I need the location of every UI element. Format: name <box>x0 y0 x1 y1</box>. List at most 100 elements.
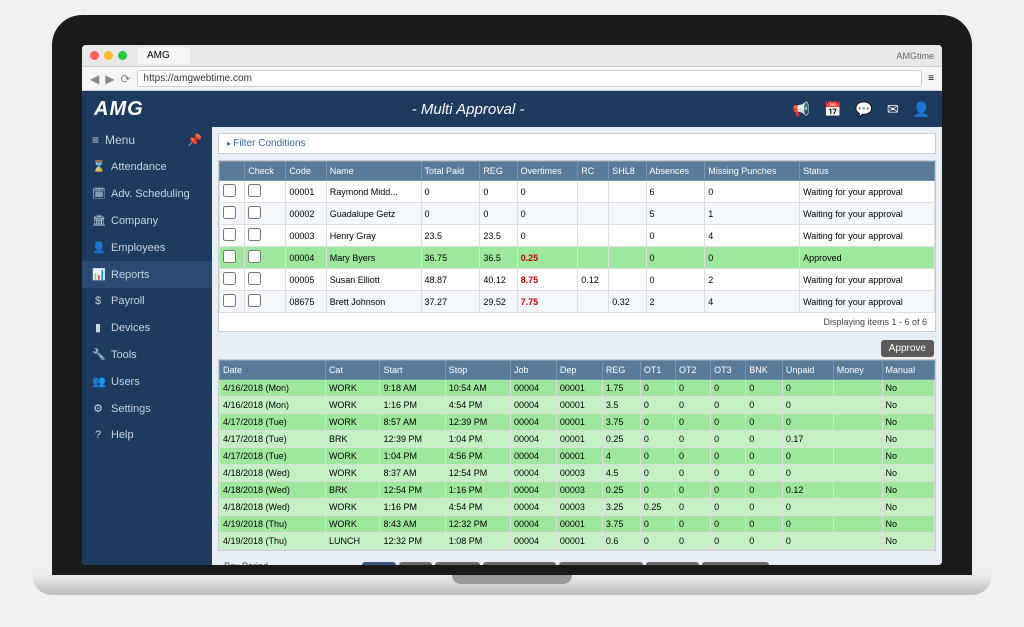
calendar-icon[interactable]: 📅 <box>824 101 841 118</box>
column-header[interactable]: Money <box>833 361 882 380</box>
back-icon[interactable]: ◀ <box>90 72 99 86</box>
column-header[interactable]: Unpaid <box>782 361 833 380</box>
from-schedule-button[interactable]: From Schedule <box>559 562 643 566</box>
table-row[interactable]: 4/17/2018 (Tue)BRK12:39 PM1:04 PM0000400… <box>220 431 935 448</box>
column-header[interactable]: REG <box>480 162 517 181</box>
row-checkbox[interactable] <box>248 294 261 307</box>
column-header[interactable]: SHL8 <box>609 162 646 181</box>
table-row[interactable]: 4/16/2018 (Mon)WORK9:18 AM10:54 AM000040… <box>220 380 935 397</box>
column-header[interactable]: Name <box>326 162 421 181</box>
table-row[interactable]: 4/19/2018 (Thu)WORK8:43 AM12:32 PM000040… <box>220 516 935 533</box>
pay-period-bar: Pay Period Start 4/16/2018 End 4/22/2018… <box>218 557 936 565</box>
app-header: AMG - Multi Approval - 📢 📅 💬 ✉ 👤 <box>82 91 942 127</box>
column-header[interactable]: Manual <box>882 361 934 380</box>
column-header[interactable]: OT2 <box>675 361 710 380</box>
address-bar[interactable]: https://amgwebtime.com <box>137 70 923 87</box>
row-checkbox[interactable] <box>223 272 236 285</box>
pin-icon[interactable]: 📌 <box>187 133 202 147</box>
chat-icon[interactable]: 💬 <box>855 101 872 118</box>
sidebar-item-payroll[interactable]: $Payroll <box>82 288 212 314</box>
mail-icon[interactable]: ✉ <box>887 101 899 118</box>
browser-tab[interactable]: AMG <box>137 47 190 64</box>
row-checkbox[interactable] <box>223 294 236 307</box>
minimize-window-icon[interactable] <box>104 51 113 60</box>
column-header[interactable]: BNK <box>746 361 783 380</box>
column-header[interactable]: Cat <box>325 361 380 380</box>
row-checkbox[interactable] <box>223 184 236 197</box>
reload-icon[interactable]: ⟳ <box>120 72 130 86</box>
table-row[interactable]: 00004Mary Byers36.7536.50.2500Approved <box>220 247 935 269</box>
table-row[interactable]: 4/19/2018 (Thu)LUNCH12:32 PM1:08 PM00004… <box>220 533 935 550</box>
row-checkbox[interactable] <box>248 206 261 219</box>
column-header[interactable]: Stop <box>445 361 510 380</box>
row-checkbox[interactable] <box>248 184 261 197</box>
column-header[interactable]: OT3 <box>711 361 746 380</box>
row-checkbox[interactable] <box>223 206 236 219</box>
table-row[interactable]: 4/18/2018 (Wed)WORK1:16 PM4:54 PM0000400… <box>220 499 935 516</box>
approve-button[interactable]: Approve <box>646 562 699 566</box>
sidebar-item-tools[interactable]: 🔧Tools <box>82 341 212 368</box>
grid-footer: Displaying items 1 - 6 of 6 <box>219 313 935 331</box>
menu-toggle[interactable]: ≡ Menu 📌 <box>82 127 212 153</box>
column-header[interactable]: Date <box>220 361 326 380</box>
table-row[interactable]: 08675Brett Johnson37.2729.527.750.3224Wa… <box>220 291 935 313</box>
column-header[interactable]: Code <box>286 162 326 181</box>
table-row[interactable]: 00005Susan Elliott48.8740.128.750.1202Wa… <box>220 269 935 291</box>
menu-icon[interactable]: ≡ <box>928 73 934 84</box>
column-header[interactable]: Job <box>510 361 556 380</box>
table-row[interactable]: 00001Raymond Midd...00060Waiting for you… <box>220 181 935 203</box>
misc-entries-button[interactable]: Misc. Entries <box>483 562 556 566</box>
add-button[interactable]: Add <box>362 562 396 566</box>
sidebar-item-label: Reports <box>111 269 150 281</box>
sidebar-icon: 👥 <box>92 375 104 388</box>
sidebar-item-company[interactable]: 🏛Company <box>82 207 212 234</box>
sidebar-item-employees[interactable]: 👤Employees <box>82 234 212 261</box>
sidebar-item-adv-scheduling[interactable]: 🗓Adv. Scheduling <box>82 180 212 207</box>
column-header[interactable]: Missing Punches <box>705 162 800 181</box>
table-row[interactable]: 4/17/2018 (Tue)WORK8:57 AM12:39 PM000040… <box>220 414 935 431</box>
sidebar-item-help[interactable]: ?Help <box>82 422 212 448</box>
column-header[interactable]: Start <box>380 361 445 380</box>
edit-button[interactable]: Edit <box>399 562 432 566</box>
column-header[interactable]: REG <box>602 361 640 380</box>
column-header[interactable]: Dep <box>556 361 602 380</box>
sidebar-item-reports[interactable]: 📊Reports <box>82 261 212 288</box>
row-checkbox[interactable] <box>223 250 236 263</box>
column-header[interactable]: RC <box>578 162 609 181</box>
column-header[interactable]: Check <box>245 162 286 181</box>
table-row[interactable]: 00003Henry Gray23.523.5004Waiting for yo… <box>220 225 935 247</box>
sidebar-item-devices[interactable]: ▮Devices <box>82 314 212 341</box>
announce-icon[interactable]: 📢 <box>793 101 810 118</box>
table-row[interactable]: 4/17/2018 (Tue)WORK1:04 PM4:56 PM0000400… <box>220 448 935 465</box>
table-row[interactable]: 00002Guadalupe Getz00051Waiting for your… <box>220 203 935 225</box>
maximize-window-icon[interactable] <box>118 51 127 60</box>
user-icon[interactable]: 👤 <box>913 101 930 118</box>
column-header[interactable]: Total Paid <box>421 162 480 181</box>
hamburger-icon: ≡ <box>92 133 99 147</box>
forward-icon[interactable]: ▶ <box>105 72 114 86</box>
sidebar: ≡ Menu 📌 ⌛Attendance🗓Adv. Scheduling🏛Com… <box>82 127 212 565</box>
column-header[interactable]: Status <box>800 162 935 181</box>
approve-button[interactable]: Approve <box>881 340 934 357</box>
close-window-icon[interactable] <box>90 51 99 60</box>
sidebar-item-label: Users <box>111 376 140 388</box>
row-checkbox[interactable] <box>223 228 236 241</box>
row-checkbox[interactable] <box>248 272 261 285</box>
sidebar-icon: ? <box>92 429 104 441</box>
delete-button[interactable]: Delete <box>435 562 480 566</box>
disapprove-button[interactable]: Disapprove <box>702 562 769 566</box>
filter-conditions-toggle[interactable]: Filter Conditions <box>219 134 935 153</box>
row-checkbox[interactable] <box>248 250 261 263</box>
table-row[interactable]: 4/18/2018 (Wed)WORK8:37 AM12:54 PM000040… <box>220 465 935 482</box>
column-header[interactable] <box>220 162 245 181</box>
sidebar-item-settings[interactable]: ⚙Settings <box>82 395 212 422</box>
column-header[interactable]: OT1 <box>640 361 675 380</box>
sidebar-item-users[interactable]: 👥 Users <box>82 368 212 395</box>
column-header[interactable]: Absences <box>646 162 705 181</box>
table-row[interactable]: 4/18/2018 (Wed)BRK12:54 PM1:16 PM0000400… <box>220 482 935 499</box>
row-checkbox[interactable] <box>248 228 261 241</box>
sidebar-item-attendance[interactable]: ⌛Attendance <box>82 153 212 180</box>
column-header[interactable]: Overtimes <box>517 162 578 181</box>
sidebar-icon: 🗓 <box>92 187 104 200</box>
table-row[interactable]: 4/16/2018 (Mon)WORK1:16 PM4:54 PM0000400… <box>220 397 935 414</box>
